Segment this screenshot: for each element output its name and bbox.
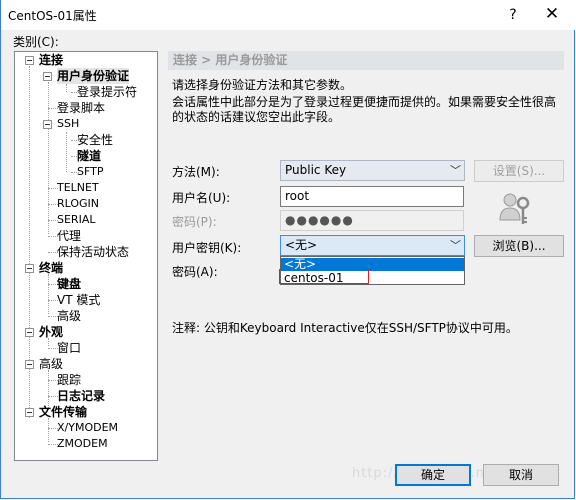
tree-item-anquan[interactable]: 安全性 [77,132,113,148]
tree-item-xymodem[interactable]: X/YMODEM [57,420,118,436]
category-tree[interactable]: 连接 用户身份验证 登录提示符 登录脚本 SSH 安全性 隧道 SFTP TEL… [14,51,158,461]
browse-button[interactable]: 浏览(B)... [474,235,564,257]
passphrase-label: 密码(A): [172,265,218,279]
tree-collapse-icon[interactable] [25,264,34,273]
tree-item-lianjie[interactable]: 连接 [39,52,63,68]
tree-item-rlogin[interactable]: RLOGIN [57,196,99,212]
category-label: 类别(C): [13,35,59,49]
title-bar: CentOS-01属性 ? ✕ [1,0,576,30]
tree-item-daili[interactable]: 代理 [57,228,81,244]
method-value: Public Key [285,163,347,177]
user-key-value: <无> [285,238,318,252]
cancel-button[interactable]: 取消 [483,464,559,486]
tree-item-vt[interactable]: VT 模式 [57,292,100,308]
tree-item-suidao[interactable]: 隧道 [77,148,101,164]
tree-collapse-icon[interactable] [43,120,52,129]
tree-item-telnet[interactable]: TELNET [57,180,99,196]
highlight-annotation [279,269,369,284]
tree-item-sftp[interactable]: SFTP [77,164,103,180]
description-paragraph: 会话属性中此部分是为了登录过程更便捷而提供的。如果需要安全性很高的状态的话建议您… [172,95,557,124]
tree-item-jianpan[interactable]: 键盘 [57,276,81,292]
description-line: 请选择身份验证方法和其它参数。 [172,78,353,92]
tree-item-zhongduan[interactable]: 终端 [39,260,63,276]
tree-item-ssh[interactable]: SSH [57,116,79,132]
username-label: 用户名(U): [172,191,231,205]
method-select[interactable]: Public Key ﹀ [280,160,465,181]
tree-item-zmodem[interactable]: ZMODEM [57,436,108,452]
tree-item-chuangkou[interactable]: 窗口 [57,340,81,356]
tree-item-rizhi[interactable]: 日志记录 [57,388,105,404]
password-field[interactable]: ●●●●●● [280,210,464,231]
tree-item-waiguan[interactable]: 外观 [39,324,63,340]
tree-item-genzong[interactable]: 跟踪 [57,372,81,388]
user-key-icon [496,190,536,233]
username-field[interactable]: root [280,186,464,207]
tree-collapse-icon[interactable] [25,328,34,337]
tree-collapse-icon[interactable] [25,360,34,369]
tree-item-denglu-tishi[interactable]: 登录提示符 [77,84,137,100]
close-icon[interactable]: ✕ [537,3,567,25]
password-label: 密码(P): [172,215,217,229]
help-icon[interactable]: ? [501,4,525,26]
breadcrumb: 连接 > 用户身份验证 [168,51,564,70]
tree-item-wenjian[interactable]: 文件传输 [39,404,87,420]
settings-button[interactable]: 设置(S)... [474,160,564,182]
tree-collapse-icon[interactable] [43,72,52,81]
tree-item-baochi[interactable]: 保持活动状态 [57,244,129,260]
chevron-down-icon: ﹀ [450,164,461,177]
ok-button[interactable]: 确定 [395,464,471,486]
window-title: CentOS-01属性 [8,9,97,23]
protocol-note: 注释: 公钥和Keyboard Interactive仅在SSH/SFTP协议中… [172,321,518,335]
chevron-down-icon: ﹀ [450,239,461,252]
tree-collapse-icon[interactable] [25,408,34,417]
tree-item-denglu-jiaoben[interactable]: 登录脚本 [57,100,105,116]
user-key-select[interactable]: <无> ﹀ [280,235,465,256]
method-label: 方法(M): [172,165,220,179]
tree-item-serial[interactable]: SERIAL [57,212,95,228]
tree-item-gaoji1[interactable]: 高级 [57,308,81,324]
tree-collapse-icon[interactable] [25,56,34,65]
tree-item-yonghu[interactable]: 用户身份验证 [57,68,130,84]
user-key-label: 用户密钥(K): [172,241,242,255]
tree-item-gaoji2[interactable]: 高级 [39,356,63,372]
